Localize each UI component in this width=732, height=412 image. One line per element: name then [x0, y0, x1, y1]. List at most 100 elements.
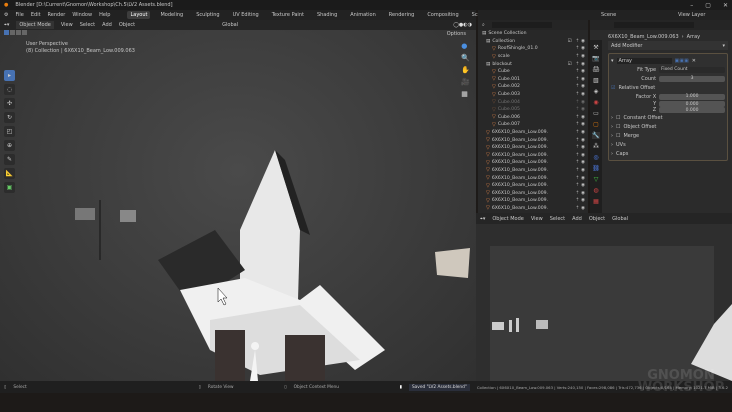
outliner-item[interactable]: ▽ Cube.002 ⇡ ◉	[478, 83, 588, 91]
visibility-eye-icon[interactable]: ⇡ ◉	[576, 39, 588, 44]
menu-window[interactable]: Window	[72, 12, 92, 18]
modifier-subpanel[interactable]: › ☐ Merge	[611, 131, 725, 140]
viewport2-menu-add[interactable]: Add	[572, 216, 582, 222]
modifier-tab-icon[interactable]: 🔧	[592, 132, 600, 139]
menu-help[interactable]: Help	[99, 12, 110, 18]
visibility-eye-icon[interactable]: ⇡ ◉	[576, 145, 588, 150]
add-cube-tool-icon[interactable]: ▣	[4, 182, 15, 193]
render-preview-viewport[interactable]	[476, 224, 732, 381]
object-tab-icon[interactable]: ▢	[593, 121, 599, 128]
fit-type-dropdown[interactable]: Fixed Count	[659, 66, 725, 73]
visibility-eye-icon[interactable]: ⇡ ◉	[576, 122, 588, 127]
include-checkbox[interactable]: ☑	[568, 39, 572, 44]
menu-file[interactable]: File	[15, 12, 23, 18]
visibility-eye-icon[interactable]: ⇡ ◉	[576, 198, 588, 203]
scene-collection-row[interactable]: ▤ Scene Collection	[478, 30, 588, 38]
include-checkbox[interactable]: ☑	[568, 62, 572, 67]
outliner-item[interactable]: ▤ blockout ☑ ⇡ ◉	[478, 60, 588, 68]
outliner-item[interactable]: ▽ Cube.005 ⇡ ◉	[478, 106, 588, 114]
tab-uv-editing[interactable]: UV Editing	[230, 11, 262, 19]
menu-edit[interactable]: Edit	[31, 12, 41, 18]
view-layer-tab-icon[interactable]: ▧	[593, 77, 599, 84]
collection-tab-icon[interactable]: ▭	[593, 110, 599, 117]
material-tab-icon[interactable]: ◍	[593, 187, 598, 194]
properties-search[interactable]	[614, 22, 694, 28]
add-modifier-button[interactable]: Add Modifier ▾	[608, 41, 728, 50]
visibility-eye-icon[interactable]: ⇡ ◉	[576, 183, 588, 188]
3d-viewport[interactable]: User Perspective (8) Collection | 6X6X10…	[0, 30, 476, 381]
visibility-eye-icon[interactable]: ⇡ ◉	[576, 191, 588, 196]
modifier-subpanel[interactable]: › Caps	[611, 149, 725, 158]
mode-dropdown[interactable]: Object Mode	[16, 21, 54, 29]
scene-field[interactable]: Scene	[601, 12, 671, 18]
subpanel-checkbox[interactable]: ☐	[616, 115, 620, 121]
outliner-item[interactable]: ▽ 6X6X10_Beam_Low.009. ⇡ ◉	[478, 197, 588, 205]
rotate-tool-icon[interactable]: ↻	[4, 112, 15, 123]
visibility-eye-icon[interactable]: ⇡ ◉	[576, 206, 588, 211]
count-field[interactable]: 3	[659, 75, 725, 82]
menu-view[interactable]: View	[61, 22, 73, 28]
texture-tab-icon[interactable]: ▦	[593, 198, 599, 205]
viewport2-transform-dropdown[interactable]: Global	[612, 216, 628, 222]
outliner-item[interactable]: ▽ Cube.004 ⇡ ◉	[478, 98, 588, 106]
visibility-eye-icon[interactable]: ⇡ ◉	[576, 168, 588, 173]
maximize-button[interactable]: ▢	[705, 2, 711, 9]
render-tab-icon[interactable]: 📷	[592, 55, 599, 62]
remove-modifier-icon[interactable]: ✕	[692, 58, 696, 64]
visibility-eye-icon[interactable]: ⇡ ◉	[576, 130, 588, 135]
tab-shading[interactable]: Shading	[314, 11, 340, 19]
collapse-icon[interactable]: ▾	[611, 58, 614, 64]
outliner-item[interactable]: ▽ Cube ⇡ ◉	[478, 68, 588, 76]
outliner-item[interactable]: ▽ 6X6X10_Beam_Low.009. ⇡ ◉	[478, 159, 588, 167]
viewport2-menu-view[interactable]: View	[531, 216, 543, 222]
world-tab-icon[interactable]: ◉	[593, 99, 598, 106]
modifier-name-field[interactable]: Array	[616, 57, 672, 64]
visibility-eye-icon[interactable]: ⇡ ◉	[576, 138, 588, 143]
factor-x-field[interactable]: 1.000	[659, 93, 725, 100]
visibility-eye-icon[interactable]: ⇡ ◉	[576, 92, 588, 97]
editor-type-icon[interactable]: ⌖▾	[480, 216, 485, 222]
viewport2-menu-object[interactable]: Object	[589, 216, 605, 222]
modifier-subpanel[interactable]: › ☐ Object Offset	[611, 122, 725, 131]
measure-tool-icon[interactable]: 📐	[4, 168, 15, 179]
shading-buttons[interactable]: ◯●◐◑	[453, 22, 472, 28]
transform-tool-icon[interactable]: ⊕	[4, 140, 15, 151]
tab-animation[interactable]: Animation	[347, 11, 379, 19]
menu-select[interactable]: Select	[80, 22, 95, 28]
annotate-tool-icon[interactable]: ✎	[4, 154, 15, 165]
subpanel-checkbox[interactable]: ☐	[616, 133, 620, 139]
outliner-item[interactable]: ▽ 6X6X10_Beam_Low.009. ⇡ ◉	[478, 205, 588, 213]
editor-type-icon[interactable]: ⌖▾	[4, 22, 9, 28]
visibility-eye-icon[interactable]: ⇡ ◉	[576, 54, 588, 59]
scene-tab-icon[interactable]: ◈	[594, 88, 599, 95]
outliner-item[interactable]: ▽ 6X6X10_Beam_Low.009. ⇡ ◉	[478, 189, 588, 197]
outliner-item[interactable]: ▽ 6X6X10_Beam_Low.009. ⇡ ◉	[478, 152, 588, 160]
factor-z-field[interactable]: 0.000	[659, 107, 725, 113]
scale-tool-icon[interactable]: ◰	[4, 126, 15, 137]
blender-menu-icon[interactable]: ⚙	[4, 12, 8, 18]
visibility-eye-icon[interactable]: ⇡ ◉	[576, 46, 588, 51]
visibility-eye-icon[interactable]: ⇡ ◉	[576, 69, 588, 74]
outliner-item[interactable]: ▽ Cube.001 ⇡ ◉	[478, 76, 588, 84]
view-layer-field[interactable]: View Layer	[678, 12, 728, 18]
outliner-item[interactable]: ▽ 6X6X10_Beam_Low.009. ⇡ ◉	[478, 174, 588, 182]
visibility-eye-icon[interactable]: ⇡ ◉	[576, 160, 588, 165]
tab-layout[interactable]: Layout	[127, 11, 151, 19]
outliner-item[interactable]: ▽ 6X6X10_Beam_Low.009. ⇡ ◉	[478, 167, 588, 175]
outliner-item[interactable]: ▽ RoofShingle_01.0 ⇡ ◉	[478, 45, 588, 53]
particles-tab-icon[interactable]: ⁂	[593, 143, 599, 150]
modifier-subpanel[interactable]: › UVs	[611, 140, 725, 149]
modifier-subpanel[interactable]: › ☐ Constant Offset	[611, 113, 725, 122]
subpanel-checkbox[interactable]: ☐	[616, 124, 620, 130]
tab-compositing[interactable]: Compositing	[424, 11, 461, 19]
cursor-tool-icon[interactable]: ◌	[4, 84, 15, 95]
outliner-item[interactable]: ▽ 6X6X10_Beam_Low.009. ⇡ ◉	[478, 129, 588, 137]
visibility-eye-icon[interactable]: ⇡ ◉	[576, 107, 588, 112]
outliner-search[interactable]	[491, 22, 552, 28]
minimize-button[interactable]: –	[690, 2, 693, 9]
outliner-item[interactable]: ▽ Cube.007 ⇡ ◉	[478, 121, 588, 129]
visibility-eye-icon[interactable]: ⇡ ◉	[576, 100, 588, 105]
viewport2-mode-dropdown[interactable]: Object Mode	[492, 216, 524, 222]
menu-object[interactable]: Object	[119, 22, 135, 28]
visibility-eye-icon[interactable]: ⇡ ◉	[576, 84, 588, 89]
